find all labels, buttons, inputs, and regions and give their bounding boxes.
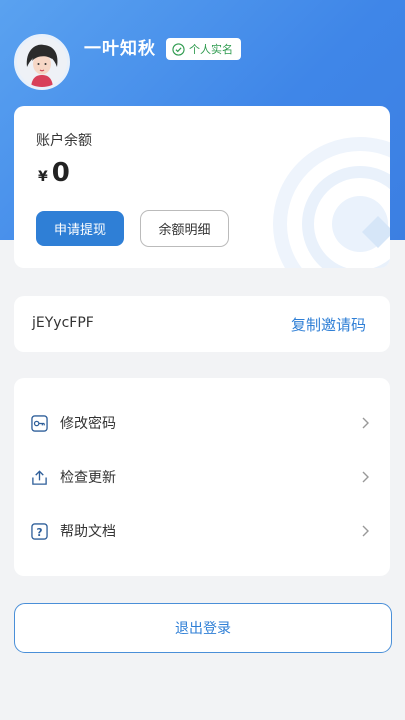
menu-item-check-update[interactable]: 检查更新 <box>14 455 390 499</box>
menu-item-label: 检查更新 <box>60 470 116 486</box>
avatar-illustration <box>17 37 67 87</box>
balance-value: ¥ 0 <box>38 158 70 188</box>
withdraw-button[interactable]: 申请提现 <box>36 211 124 246</box>
menu-item-label: 修改密码 <box>60 416 116 432</box>
chevron-right-icon <box>362 471 369 483</box>
svg-text:?: ? <box>36 526 42 538</box>
menu-item-label: 帮助文档 <box>60 524 116 540</box>
copy-invite-button[interactable]: 复制邀请码 <box>291 314 366 335</box>
username: 一叶知秋 <box>84 39 156 59</box>
balance-title: 账户余额 <box>36 133 92 149</box>
balance-detail-button[interactable]: 余额明细 <box>140 210 229 247</box>
verified-badge: 个人实名 <box>166 38 241 60</box>
menu-item-help-docs[interactable]: ? 帮助文档 <box>14 509 390 553</box>
avatar[interactable] <box>14 34 70 90</box>
balance-card: 账户余额 ¥ 0 申请提现 余额明细 <box>14 106 390 268</box>
menu-item-change-password[interactable]: 修改密码 <box>14 401 390 445</box>
balance-amount: 0 <box>51 158 70 188</box>
invite-card: jEYycFPF 复制邀请码 <box>14 296 390 352</box>
decorative-rings <box>273 137 390 268</box>
upload-icon <box>32 469 47 485</box>
verified-badge-label: 个人实名 <box>189 43 233 56</box>
chevron-right-icon <box>362 525 369 537</box>
key-icon <box>31 414 48 432</box>
invite-code: jEYycFPF <box>32 315 94 331</box>
check-circle-icon <box>172 42 185 56</box>
help-icon: ? <box>31 522 48 540</box>
currency-symbol: ¥ <box>38 169 48 185</box>
chevron-right-icon <box>362 417 369 429</box>
logout-button[interactable]: 退出登录 <box>14 603 392 653</box>
settings-menu: 修改密码 检查更新 ? 帮助文档 <box>14 378 390 576</box>
